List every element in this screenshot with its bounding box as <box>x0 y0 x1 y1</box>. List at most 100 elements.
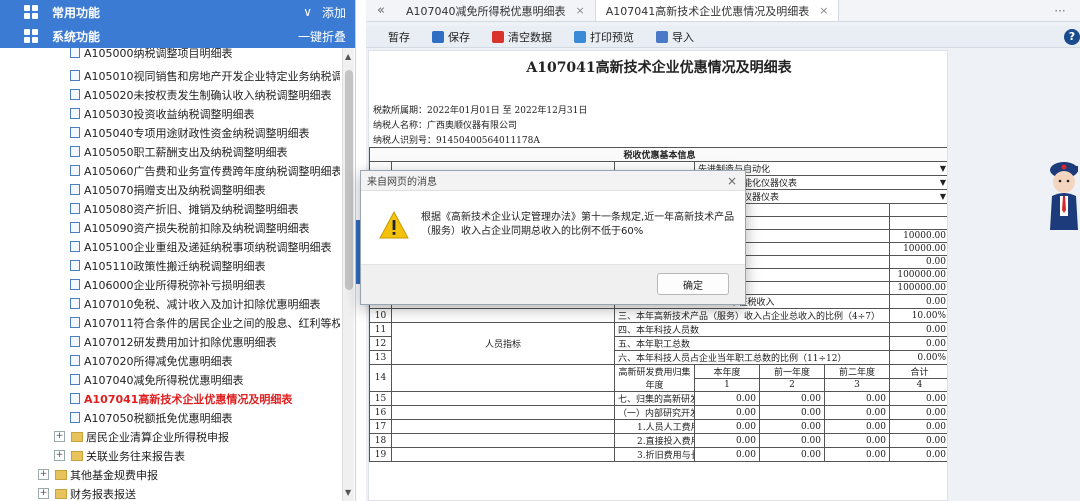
value-cell[interactable]: 0.00 <box>824 419 890 434</box>
tree-item[interactable]: A105000纳税调整项目明细表 <box>70 48 233 62</box>
document-icon <box>70 279 80 290</box>
close-icon[interactable]: × <box>727 174 737 188</box>
dropdown-arrow-icon[interactable]: ▼ <box>940 164 946 173</box>
scroll-down-icon[interactable]: ▼ <box>345 488 351 497</box>
value-cell[interactable]: 0.00 <box>694 405 760 420</box>
document-icon <box>70 108 80 119</box>
value-cell[interactable]: 0.00 <box>888 294 947 309</box>
tab-a107041[interactable]: A107041高新技术企业优惠情况及明细表 × <box>595 0 840 21</box>
ok-button[interactable]: 确定 <box>657 273 729 295</box>
value-cell[interactable]: 0.00 <box>759 405 825 420</box>
grid-icon <box>24 29 38 43</box>
value-cell[interactable]: 0.00 <box>694 433 760 448</box>
value-cell[interactable]: 100000.00 <box>888 281 947 295</box>
row-number: 12 <box>369 336 392 351</box>
value-cell[interactable]: 0.00 <box>888 433 947 448</box>
column-header: 前一年度 <box>759 364 825 379</box>
tree-item[interactable]: A106000企业所得税弥补亏损明细表 <box>70 275 266 294</box>
expand-icon[interactable]: + <box>54 450 65 461</box>
value-cell[interactable]: 100000.00 <box>888 268 947 282</box>
common-functions-bar[interactable]: 常用功能 ∨ 添加 <box>0 0 355 24</box>
tree-scrollbar[interactable]: ▲ ▼ <box>342 48 354 501</box>
tree-group[interactable]: + 财务报表报送 <box>38 484 136 501</box>
expand-icon[interactable]: + <box>38 488 49 499</box>
add-button[interactable]: 添加 <box>322 4 346 21</box>
value-cell[interactable]: 0.00 <box>759 433 825 448</box>
value-cell[interactable]: 0.00 <box>694 391 760 406</box>
value-cell[interactable]: 10000.00 <box>888 229 947 243</box>
value-cell[interactable]: 0.00 <box>888 447 947 462</box>
tab-a107040[interactable]: A107040减免所得税优惠明细表 × <box>396 0 596 21</box>
tree-item[interactable]: A105010视同销售和房地产开发企业特定业务纳税调整明细表 <box>70 66 340 85</box>
value-cell[interactable]: 0.00 <box>824 391 890 406</box>
more-icon[interactable]: ··· <box>1040 0 1080 21</box>
tree-group[interactable]: + 其他基金规费申报 <box>38 465 158 484</box>
column-number: 2 <box>759 378 825 392</box>
value-cell[interactable]: 0.00 <box>759 447 825 462</box>
tree-item[interactable]: A107040减免所得税优惠明细表 <box>70 370 244 389</box>
value-cell[interactable]: 10000.00 <box>888 242 947 256</box>
column-header: 合计 <box>888 364 947 379</box>
value-cell[interactable]: 0.00 <box>759 419 825 434</box>
row-number: 13 <box>369 350 392 365</box>
value-cell[interactable]: 0.00 <box>888 336 947 351</box>
tree-item[interactable]: A105090资产损失税前扣除及纳税调整明细表 <box>70 218 310 237</box>
print-preview-button[interactable]: 打印预览 <box>574 29 634 45</box>
document-icon <box>70 336 80 347</box>
tab-bar: « A107040减免所得税优惠明细表 × A107041高新技术企业优惠情况及… <box>366 0 1080 22</box>
expand-icon[interactable]: + <box>54 431 65 442</box>
tree-item[interactable]: A105050职工薪酬支出及纳税调整明细表 <box>70 142 288 161</box>
document-icon <box>70 260 80 271</box>
tabs-back-icon[interactable]: « <box>366 0 396 21</box>
import-button[interactable]: 导入 <box>656 29 694 45</box>
expand-icon[interactable]: + <box>38 469 49 480</box>
document-icon <box>70 89 80 100</box>
dropdown-arrow-icon[interactable]: ▼ <box>940 192 946 201</box>
clear-data-button[interactable]: 清空数据 <box>492 29 552 45</box>
tree-item[interactable]: A105070捐赠支出及纳税调整明细表 <box>70 180 266 199</box>
value-cell[interactable]: 0.00 <box>888 255 947 269</box>
tree-item[interactable]: A107020所得减免优惠明细表 <box>70 351 233 370</box>
value-cell[interactable]: 0.00 <box>888 419 947 434</box>
folder-icon <box>55 488 67 499</box>
scroll-up-icon[interactable]: ▲ <box>345 52 351 61</box>
save-button[interactable]: 保存 <box>432 29 470 45</box>
dropdown-arrow-icon[interactable]: ▼ <box>940 178 946 187</box>
value-cell[interactable]: 0.00 <box>888 322 947 337</box>
value-cell[interactable]: 0.00 <box>888 405 947 420</box>
tree-item[interactable]: A105110政策性搬迁纳税调整明细表 <box>70 256 266 275</box>
tree-item[interactable]: A105080资产折旧、摊销及纳税调整明细表 <box>70 199 299 218</box>
draft-button[interactable]: 暂存 <box>388 29 410 45</box>
value-cell[interactable]: 0.00 <box>888 391 947 406</box>
tree-item[interactable]: A105030投资收益纳税调整明细表 <box>70 104 255 123</box>
help-icon[interactable]: ? <box>1064 29 1080 45</box>
tree-item[interactable]: A105040专项用途财政性资金纳税调整明细表 <box>70 123 310 142</box>
value-cell[interactable]: 0.00 <box>824 447 890 462</box>
value-cell[interactable]: 0.00 <box>824 433 890 448</box>
scroll-thumb[interactable] <box>345 70 353 290</box>
value-cell[interactable]: 0.00 <box>694 447 760 462</box>
tree-item[interactable]: A107011符合条件的居民企业之间的股息、红利等权益性 <box>70 313 340 332</box>
chevron-down-icon[interactable]: ∨ <box>303 5 312 19</box>
tree-group[interactable]: + 居民企业清算企业所得税申报 <box>54 427 229 446</box>
system-functions-bar[interactable]: 系统功能 一键折叠 <box>0 24 355 48</box>
tree-item[interactable]: A105060广告费和业务宣传费跨年度纳税调整明细表 <box>70 161 340 180</box>
row-number: 16 <box>369 405 392 420</box>
tree-item[interactable]: A105100企业重组及递延纳税事项纳税调整明细表 <box>70 237 332 256</box>
value-cell[interactable]: 0.00 <box>824 405 890 420</box>
value-cell[interactable]: 10.00% <box>888 308 947 323</box>
personnel-indicator-label: 人员指标 <box>391 322 615 365</box>
tree-item-active[interactable]: A107041高新技术企业优惠情况及明细表 <box>70 389 292 408</box>
value-cell[interactable]: 0.00 <box>759 391 825 406</box>
collapse-all-button[interactable]: 一键折叠 <box>298 28 346 45</box>
assistant-mascot-icon[interactable] <box>1030 150 1080 230</box>
tree-item[interactable]: A105020未按权责发生制确认收入纳税调整明细表 <box>70 85 332 104</box>
tree-item[interactable]: A107010免税、减计收入及加计扣除优惠明细表 <box>70 294 321 313</box>
value-cell[interactable]: 0.00 <box>694 419 760 434</box>
tree-item[interactable]: A107012研发费用加计扣除优惠明细表 <box>70 332 277 351</box>
close-icon[interactable]: × <box>819 4 828 17</box>
value-cell[interactable]: 0.00% <box>888 350 947 365</box>
tree-group[interactable]: + 关联业务往来报告表 <box>54 446 185 465</box>
close-icon[interactable]: × <box>576 4 585 17</box>
tree-item[interactable]: A107050税额抵免优惠明细表 <box>70 408 233 427</box>
